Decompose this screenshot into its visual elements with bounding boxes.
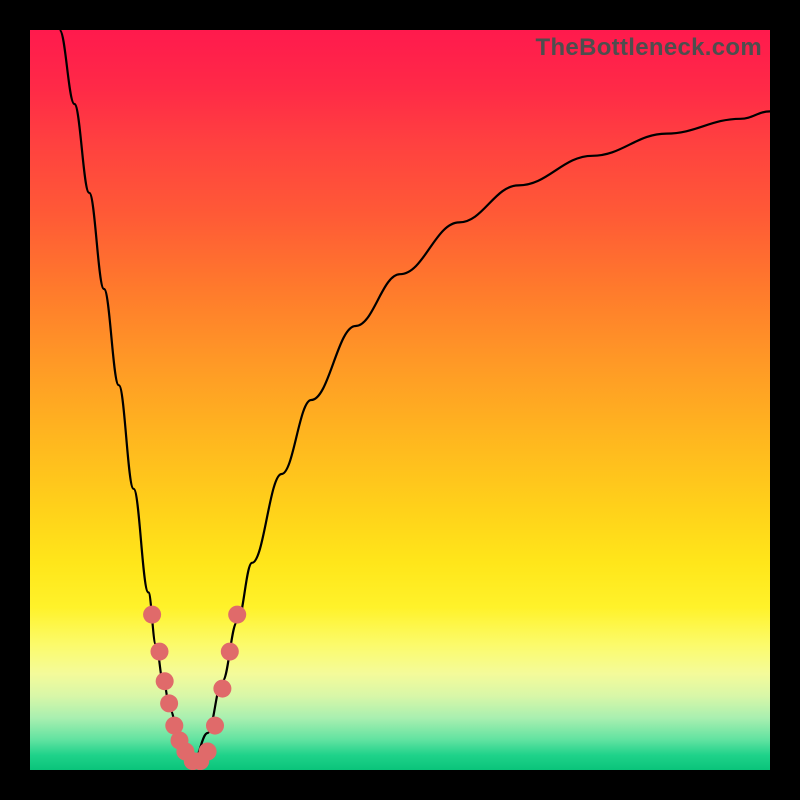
right-branch-curve	[193, 111, 770, 762]
marker-group	[143, 606, 246, 770]
plot-area: TheBottleneck.com	[30, 30, 770, 770]
chart-frame: TheBottleneck.com	[0, 0, 800, 800]
marker-point	[156, 672, 174, 690]
marker-point	[213, 680, 231, 698]
marker-point	[151, 643, 169, 661]
marker-point	[206, 717, 224, 735]
curve-layer	[30, 30, 770, 770]
left-branch-curve	[60, 30, 193, 763]
marker-point	[143, 606, 161, 624]
marker-point	[228, 606, 246, 624]
marker-point	[160, 694, 178, 712]
marker-point	[199, 743, 217, 761]
marker-point	[221, 643, 239, 661]
